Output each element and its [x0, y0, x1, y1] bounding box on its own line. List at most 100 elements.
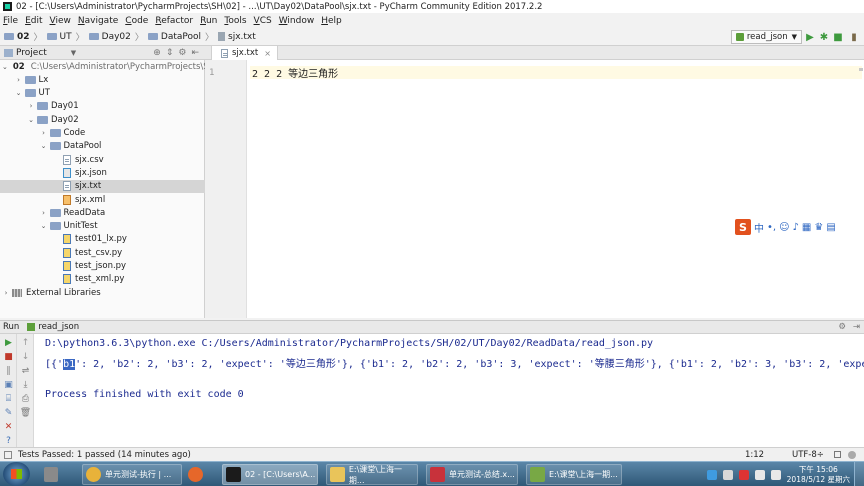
start-button[interactable] — [3, 462, 30, 486]
print-icon[interactable]: ⌸ — [3, 393, 14, 404]
system-clock[interactable]: 下午 15:06 2018/5/12 星期六 — [787, 465, 850, 485]
menu-tools[interactable]: Tools — [224, 16, 246, 26]
soft-wrap-icon[interactable]: ⇌ — [20, 365, 31, 376]
close-icon[interactable]: ✕ — [3, 421, 14, 432]
chevron-right-icon[interactable]: › — [40, 129, 48, 137]
tree-item-day02[interactable]: ⌄ Day02 — [0, 113, 205, 126]
tree-item-external-libraries[interactable]: › External Libraries — [0, 286, 205, 299]
breadcrumb-02[interactable]: 02 〉 — [4, 30, 43, 43]
tree-item-ut[interactable]: ⌄ UT — [0, 87, 205, 100]
arrow-up-icon[interactable]: ↑ — [20, 337, 31, 348]
keyboard-icon[interactable]: ▦ — [802, 222, 811, 233]
code-line[interactable]: 2 2 2 等边三角形 — [250, 66, 862, 80]
chevron-right-icon[interactable]: › — [15, 76, 23, 84]
taskbar-item-pycharm[interactable]: 02 - [C:\Users\A... — [222, 464, 318, 485]
hide-panel-icon[interactable]: ⇥ — [853, 322, 860, 332]
chevron-down-icon[interactable]: ⌄ — [2, 63, 8, 71]
close-icon[interactable]: × — [264, 49, 271, 58]
taskbar-item-firefox[interactable] — [188, 464, 210, 485]
taskbar-item-explorer-2[interactable]: E:\课堂\上海一期... — [526, 464, 622, 485]
breadcrumb-ut[interactable]: UT 〉 — [46, 30, 85, 43]
taskbar-pinned-app[interactable] — [44, 464, 62, 485]
tree-item-sjx-json[interactable]: sjx.json — [0, 166, 205, 179]
chevron-right-icon[interactable]: › — [2, 289, 10, 297]
chevron-down-icon[interactable]: ⌄ — [15, 89, 23, 97]
tree-item-02[interactable]: ⌄ 02 C:\Users\Administrator\PycharmProject… — [0, 60, 223, 73]
collapse-all-icon[interactable]: ⇕ — [166, 48, 174, 58]
microphone-icon[interactable]: ♪ — [793, 222, 799, 233]
tray-flag-icon[interactable] — [738, 469, 749, 480]
menu-window[interactable]: Window — [279, 16, 315, 26]
tree-item-unittest[interactable]: ⌄ UnitTest — [0, 220, 205, 233]
tree-item-sjx-xml[interactable]: sjx.xml — [0, 193, 205, 206]
breadcrumb-file[interactable]: sjx.txt — [218, 32, 256, 42]
tree-item-readdata[interactable]: › ReadData — [0, 206, 205, 219]
scrollbar-marker[interactable] — [859, 68, 863, 71]
network-icon[interactable] — [754, 469, 765, 480]
ime-language-toggle[interactable]: 中 — [754, 220, 764, 235]
selected-text[interactable]: b1 — [63, 359, 76, 370]
taskbar-item-explorer[interactable]: E:\课堂\上海一期... — [326, 464, 418, 485]
gear-icon[interactable]: ⚙ — [178, 48, 186, 58]
tree-item-test-xml-py[interactable]: test_xml.py — [0, 273, 205, 286]
taskbar-item-chrome[interactable]: 单元测试-执行 | ... — [82, 464, 182, 485]
menu-run[interactable]: Run — [200, 16, 217, 26]
tree-item-sjx-txt[interactable]: sjx.txt — [0, 179, 205, 193]
arrow-down-icon[interactable]: ↓ — [20, 351, 31, 362]
pin-tab-icon[interactable]: ✎ — [3, 407, 14, 418]
print-icon[interactable]: ⎙ — [20, 393, 31, 404]
chevron-down-icon[interactable]: ▼ — [71, 49, 76, 57]
restore-layout-icon[interactable]: ▣ — [3, 379, 14, 390]
breadcrumb-datapool[interactable]: DataPool 〉 — [147, 30, 214, 43]
pause-icon[interactable]: ‖ — [3, 365, 14, 376]
hide-icon[interactable]: ⇤ — [191, 48, 199, 58]
menu-file[interactable]: File — [3, 16, 18, 26]
sogou-logo-icon[interactable]: S — [735, 219, 751, 235]
lock-icon[interactable] — [834, 451, 841, 458]
stop-icon[interactable]: ■ — [3, 351, 14, 362]
menu-edit[interactable]: Edit — [25, 16, 42, 26]
chevron-down-icon[interactable]: ⌄ — [40, 142, 48, 150]
file-encoding[interactable]: UTF-8÷ — [792, 450, 824, 460]
scroll-from-source-icon[interactable]: ⊕ — [153, 48, 161, 58]
skin-icon[interactable]: ♛ — [814, 222, 823, 233]
toggle-tool-windows-icon[interactable] — [4, 450, 12, 459]
tree-item-sjx-csv[interactable]: sjx.csv — [0, 153, 205, 166]
tree-item-test01-lx-py[interactable]: test01_lx.py — [0, 233, 205, 246]
taskbar-item-xmind[interactable]: 单元测试-总结.x... — [426, 464, 518, 485]
tree-item-lx[interactable]: › Lx — [0, 73, 205, 86]
run-icon[interactable]: ▶ — [804, 31, 816, 43]
tray-arrow-icon[interactable] — [722, 469, 733, 480]
menu-refactor[interactable]: Refactor — [155, 16, 193, 26]
chevron-right-icon[interactable]: › — [40, 209, 48, 217]
menu-navigate[interactable]: Navigate — [78, 16, 118, 26]
chevron-down-icon[interactable]: ⌄ — [27, 116, 35, 124]
debug-icon[interactable]: ✱ — [818, 31, 830, 43]
scroll-to-end-icon[interactable]: ⤓ — [20, 379, 31, 390]
menu-code[interactable]: Code — [125, 16, 148, 26]
menu-vcs[interactable]: VCS — [254, 16, 272, 26]
gear-icon[interactable]: ⚙ — [838, 322, 846, 332]
coverage-icon[interactable]: ■ — [832, 31, 844, 43]
run-tab-read-json[interactable]: read_json — [38, 322, 79, 332]
tab-sjx-txt[interactable]: sjx.txt × — [211, 46, 278, 60]
vcs-icon[interactable]: ▮ — [848, 31, 860, 43]
tree-item-code[interactable]: › Code — [0, 127, 205, 140]
tree-item-test-json-py[interactable]: test_json.py — [0, 260, 205, 273]
toolbox-icon[interactable]: ▤ — [826, 222, 835, 233]
show-desktop-button[interactable] — [854, 462, 864, 486]
tree-item-datapool[interactable]: ⌄ DataPool — [0, 140, 205, 153]
emoji-icon[interactable]: ☺ — [779, 222, 789, 233]
breadcrumb-day02[interactable]: Day02 〉 — [88, 30, 144, 43]
run-config-selector[interactable]: read_json ▼ — [730, 30, 802, 44]
chevron-down-icon[interactable]: ⌄ — [40, 222, 48, 230]
menu-view[interactable]: View — [50, 16, 71, 26]
chevron-right-icon[interactable]: › — [27, 102, 35, 110]
punctuation-icon[interactable]: •, — [767, 222, 776, 233]
project-view-title[interactable]: Project — [16, 48, 47, 58]
trash-icon[interactable]: 🗑 — [20, 407, 31, 418]
volume-icon[interactable] — [770, 469, 781, 480]
caret-position[interactable]: 1:12 — [745, 450, 764, 460]
tree-item-test-csv-py[interactable]: test_csv.py — [0, 246, 205, 259]
rerun-icon[interactable]: ▶ — [3, 337, 14, 348]
